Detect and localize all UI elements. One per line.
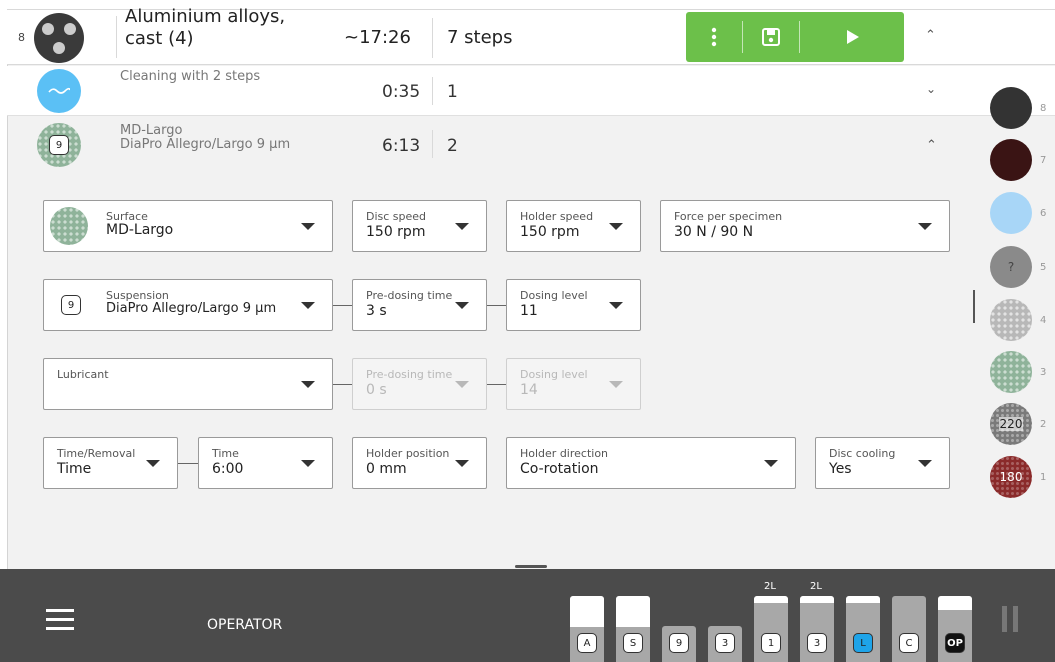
step-number: 2 [447, 136, 458, 156]
lubricant-select[interactable]: Lubricant [43, 358, 333, 410]
dropdown-caret-icon [609, 223, 623, 230]
start-button[interactable] [800, 12, 904, 62]
dropdown-caret-icon [918, 223, 932, 230]
container-3[interactable]: 3 [800, 596, 834, 662]
dropdown-caret-icon [609, 302, 623, 309]
dropdown-caret-icon [455, 460, 469, 467]
suspension-9-icon: 9 [61, 295, 81, 315]
container-label: 3 [715, 633, 735, 653]
container-label: 3 [807, 633, 827, 653]
step-label: Cleaning with 2 steps [120, 69, 261, 84]
container-3[interactable]: 3 [708, 626, 742, 662]
step-number: 1 [447, 82, 458, 102]
collapse-step-icon[interactable]: ⌃ [926, 138, 937, 153]
dropdown-caret-icon [301, 223, 315, 230]
stack-disc-7[interactable] [990, 139, 1032, 181]
step-time: 6:13 [382, 136, 421, 156]
suspension-9-icon: 9 [49, 135, 69, 155]
dropdown-caret-icon [609, 381, 623, 388]
container-9[interactable]: 9 [662, 626, 696, 662]
dropdown-caret-icon [455, 381, 469, 388]
save-icon [762, 28, 780, 46]
time-removal-select[interactable]: Time/Removal Time [43, 437, 178, 489]
dropdown-caret-icon [455, 223, 469, 230]
pause-icon[interactable] [1002, 606, 1020, 632]
container-l[interactable]: L [846, 596, 880, 662]
suspension-select[interactable]: 9 Suspension DiaPro Allegro/Largo 9 µm [43, 279, 333, 331]
collapse-method-icon[interactable]: ⌃ [925, 28, 936, 43]
dropdown-caret-icon [146, 460, 160, 467]
disc-speed-select[interactable]: Disc speed 150 rpm [352, 200, 487, 252]
container-label: S [623, 633, 643, 653]
holder-icon [34, 13, 84, 63]
kebab-icon [711, 27, 717, 47]
container-1[interactable]: 1 [754, 596, 788, 662]
menu-icon[interactable] [46, 609, 74, 631]
container-label: OP [945, 633, 965, 653]
method-index: 8 [18, 31, 25, 44]
disc-cooling-select[interactable]: Disc cooling Yes [815, 437, 950, 489]
stack-disc-6[interactable] [990, 192, 1032, 234]
lubricant-predosing-time-select: Pre-dosing time 0 s [352, 358, 487, 410]
holder-position-select[interactable]: Holder position 0 mm [352, 437, 487, 489]
holder-direction-select[interactable]: Holder direction Co-rotation [506, 437, 796, 489]
surface-select[interactable]: Surface MD-Largo [43, 200, 333, 252]
container-c[interactable]: C [892, 596, 926, 662]
dosing-level-select[interactable]: Dosing level 11 [506, 279, 641, 331]
cleaning-icon [37, 69, 81, 113]
container-volume-label: 2L [764, 581, 776, 592]
play-icon [847, 30, 859, 44]
holder-speed-select[interactable]: Holder speed 150 rpm [506, 200, 641, 252]
scroll-indicator[interactable] [973, 290, 975, 323]
container-label: C [899, 633, 919, 653]
method-time: ~17:26 [344, 27, 411, 48]
method-steps: 7 steps [447, 27, 513, 48]
stack-disc-4[interactable] [990, 299, 1032, 341]
container-a[interactable]: A [570, 596, 604, 662]
force-select[interactable]: Force per specimen 30 N / 90 N [660, 200, 950, 252]
stack-disc-8[interactable] [990, 87, 1032, 129]
container-label: L [853, 633, 873, 653]
user-role-label: OPERATOR [207, 617, 283, 633]
container-op[interactable]: OP [938, 596, 972, 662]
method-title: Aluminium alloys, cast (4) [125, 6, 286, 49]
dropdown-caret-icon [764, 460, 778, 467]
stack-disc-3[interactable] [990, 351, 1032, 393]
lubricant-dosing-level-select: Dosing level 14 [506, 358, 641, 410]
save-button[interactable] [743, 12, 799, 62]
step-label: MD-Largo DiaPro Allegro/Largo 9 µm [120, 123, 291, 152]
predosing-time-select[interactable]: Pre-dosing time 3 s [352, 279, 487, 331]
container-label: A [577, 633, 597, 653]
container-volume-label: 2L [810, 581, 822, 592]
time-select[interactable]: Time 6:00 [198, 437, 333, 489]
stack-disc-2[interactable]: 220 [990, 403, 1032, 445]
drawer-handle[interactable] [515, 565, 547, 568]
dropdown-caret-icon [301, 460, 315, 467]
dropdown-caret-icon [918, 460, 932, 467]
dropdown-caret-icon [301, 381, 315, 388]
md-largo-disc-icon [50, 207, 88, 245]
action-bar [686, 12, 904, 62]
container-label: 9 [669, 633, 689, 653]
more-menu-button[interactable] [686, 12, 742, 62]
dropdown-caret-icon [455, 302, 469, 309]
container-label: 1 [761, 633, 781, 653]
stack-disc-5[interactable]: ? [990, 246, 1032, 288]
container-s[interactable]: S [616, 596, 650, 662]
stack-disc-1[interactable]: 180 [990, 456, 1032, 498]
expand-step-icon[interactable]: ⌄ [926, 82, 936, 96]
dropdown-caret-icon [301, 302, 315, 309]
step-time: 0:35 [382, 82, 421, 102]
